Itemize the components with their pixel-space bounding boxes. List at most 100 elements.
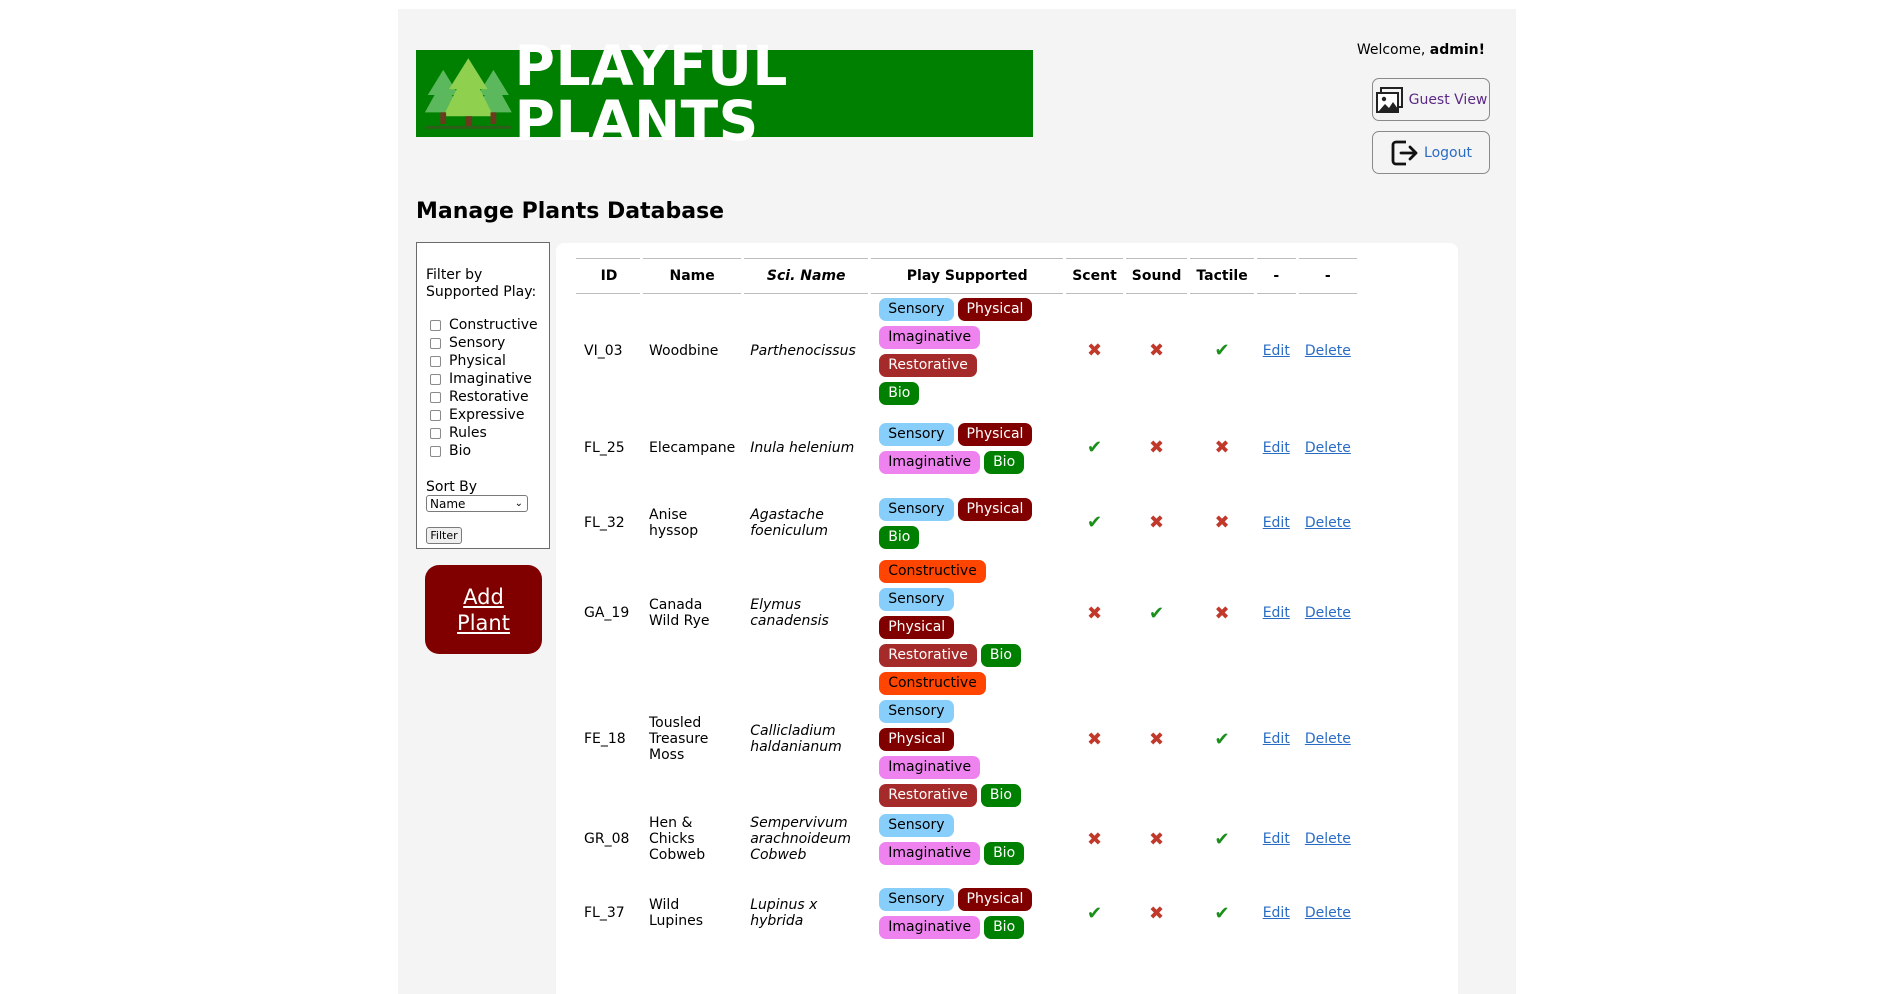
delete-cell: Delete: [1299, 407, 1357, 488]
filter-option[interactable]: Rules: [426, 424, 538, 442]
filter-option-label: Imaginative: [449, 371, 532, 387]
filter-checkbox[interactable]: [430, 373, 441, 385]
tactile-cell: ✖: [1190, 407, 1253, 488]
table-row: GR_08 Hen & Chicks Cobweb Sempervivum arac…: [576, 809, 1357, 869]
play-tag: Restorative: [879, 784, 977, 807]
play-tag: Physical: [957, 422, 1033, 446]
delete-link[interactable]: Delete: [1305, 905, 1351, 921]
filter-checkbox[interactable]: [430, 445, 441, 457]
plant-sci-name: Sempervivum arachnoideum Cobweb: [750, 815, 852, 863]
filter-checkbox[interactable]: [430, 355, 441, 367]
play-tag: Bio: [984, 450, 1025, 474]
edit-cell: Edit: [1257, 294, 1296, 407]
tactile-cell: ✖: [1190, 557, 1253, 669]
sound-cell: ✔: [1126, 557, 1188, 669]
edit-link[interactable]: Edit: [1263, 905, 1290, 921]
scent-cell: ✔: [1066, 869, 1123, 957]
play-tag: Imaginative: [879, 450, 981, 474]
edit-cell: Edit: [1257, 669, 1296, 809]
filter-checkbox[interactable]: [430, 391, 441, 403]
table-row: FL_32 Anise hyssop Agastache foeniculum Sen…: [576, 488, 1357, 557]
filter-option[interactable]: Restorative: [426, 388, 538, 406]
play-tag: Sensory: [879, 700, 954, 723]
edit-link[interactable]: Edit: [1263, 515, 1290, 531]
play-tag: Physical: [879, 728, 955, 751]
edit-link[interactable]: Edit: [1263, 831, 1290, 847]
edit-link[interactable]: Edit: [1263, 731, 1290, 747]
play-tag: Constructive: [879, 560, 986, 583]
delete-link[interactable]: Delete: [1305, 515, 1351, 531]
delete-link[interactable]: Delete: [1305, 605, 1351, 621]
delete-cell: Delete: [1299, 557, 1357, 669]
filter-option-label: Restorative: [449, 389, 529, 405]
filter-option[interactable]: Imaginative: [426, 370, 538, 388]
cross-icon: ✖: [1086, 340, 1103, 361]
filter-checkbox[interactable]: [430, 337, 441, 349]
play-tag: Sensory: [879, 814, 954, 837]
guest-view-button[interactable]: Guest View: [1372, 78, 1490, 121]
delete-link[interactable]: Delete: [1305, 831, 1351, 847]
logout-icon: [1391, 140, 1418, 165]
plant-sci-name: Callicladium haldanianum: [750, 723, 842, 755]
table-row: FL_25 Elecampane Inula helenium Sensory Phys…: [576, 407, 1357, 488]
table-row: FE_18 Tousled Treasure Moss Callicladium h…: [576, 669, 1357, 809]
plant-id: GA_19: [584, 605, 630, 621]
delete-link[interactable]: Delete: [1305, 731, 1351, 747]
check-icon: ✔: [1214, 902, 1230, 924]
play-tag: Sensory: [879, 422, 954, 446]
plant-id: FL_37: [584, 905, 625, 921]
edit-link[interactable]: Edit: [1263, 605, 1290, 621]
gallery-icon: [1375, 86, 1403, 113]
play-tag: Bio: [984, 842, 1025, 865]
plant-sci-name: Parthenocissus: [750, 342, 856, 359]
sound-cell: ✖: [1126, 809, 1188, 869]
plants-table-panel: ID Name Sci. Name Play Supported Scent Sound T…: [556, 243, 1458, 994]
play-supported-cell: Constructive Sensory Physical Restorative Bi…: [871, 557, 1063, 669]
plant-name: Elecampane: [649, 439, 736, 456]
filter-button[interactable]: Filter: [426, 527, 462, 544]
check-icon: ✔: [1214, 828, 1230, 850]
brand-title: PLAYFUL PLANTS: [514, 33, 788, 153]
delete-link[interactable]: Delete: [1305, 343, 1351, 359]
check-icon: ✔: [1086, 437, 1103, 458]
play-tags: Constructive Sensory Physical Imaginative Re…: [877, 669, 1057, 809]
add-plant-label-line1: Add: [463, 584, 504, 609]
play-tag: Restorative: [879, 353, 977, 377]
sound-cell: ✖: [1126, 488, 1188, 557]
play-tag: Sensory: [879, 497, 954, 521]
filter-option[interactable]: Expressive: [426, 406, 538, 424]
filter-option-label: Bio: [449, 443, 472, 459]
edit-link[interactable]: Edit: [1263, 440, 1290, 456]
filter-option[interactable]: Physical: [426, 352, 538, 370]
logout-button[interactable]: Logout: [1372, 131, 1490, 174]
sort-select[interactable]: Name ⌄: [426, 495, 528, 512]
play-tag: Bio: [980, 784, 1021, 807]
filter-option[interactable]: Bio: [426, 442, 538, 460]
filter-label: Filter by Supported Play:: [426, 267, 537, 300]
check-icon: ✔: [1086, 902, 1103, 924]
tactile-cell: ✖: [1190, 488, 1253, 557]
delete-link[interactable]: Delete: [1305, 440, 1351, 456]
play-tag: Bio: [879, 525, 920, 549]
play-tags: Sensory Physical Imaginative Restorative Bio: [877, 295, 1057, 407]
filter-checkbox[interactable]: [430, 427, 441, 439]
play-supported-cell: Sensory Physical Imaginative Restorative Bio: [871, 294, 1063, 407]
check-icon: ✔: [1214, 728, 1230, 750]
add-plant-button[interactable]: Add Plant: [425, 565, 542, 654]
plants-table: ID Name Sci. Name Play Supported Scent Sound T…: [573, 258, 1360, 957]
delete-cell: Delete: [1299, 669, 1357, 809]
filter-option[interactable]: Constructive: [426, 316, 538, 334]
cross-icon: ✖: [1149, 437, 1165, 458]
trees-logo-icon: [424, 57, 512, 129]
filter-option[interactable]: Sensory: [426, 334, 538, 352]
edit-link[interactable]: Edit: [1263, 343, 1290, 359]
filter-checkbox[interactable]: [430, 409, 441, 421]
cross-icon: ✖: [1214, 437, 1230, 458]
page-title: Manage Plants Database: [416, 199, 725, 224]
cross-icon: ✖: [1149, 512, 1165, 533]
delete-cell: Delete: [1299, 869, 1357, 957]
sort-select-value: Name: [430, 496, 466, 511]
edit-cell: Edit: [1257, 488, 1296, 557]
filter-checkbox[interactable]: [430, 319, 441, 331]
sound-cell: ✖: [1126, 407, 1188, 488]
